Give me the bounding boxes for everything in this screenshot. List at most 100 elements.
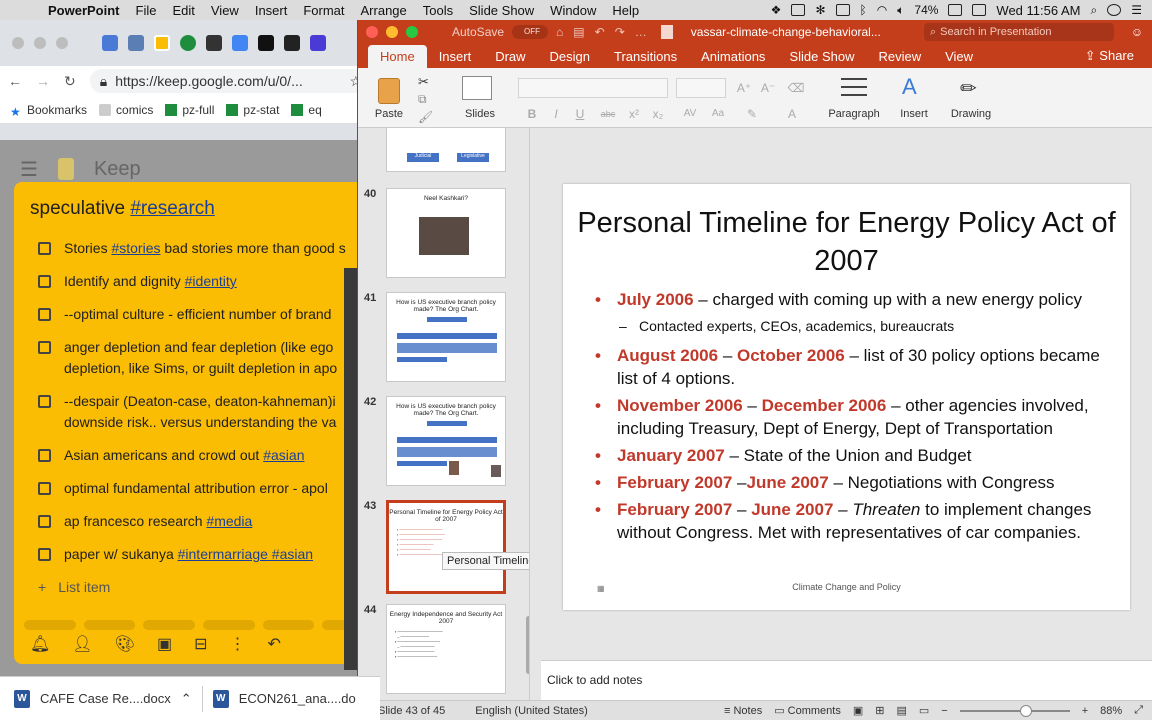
font-name-select[interactable] [518,78,668,98]
tab-favicon-app[interactable] [284,35,300,51]
bookmark-comics[interactable]: comics [99,103,153,117]
checkbox[interactable] [38,548,51,561]
save-icon[interactable]: ▤ [573,25,584,39]
maximize-window-button[interactable] [56,37,68,49]
wifi-icon[interactable]: ◠ [877,3,887,17]
menu-tools[interactable]: Tools [415,3,461,18]
grow-font-icon[interactable]: A⁺ [734,78,754,98]
underline-icon[interactable]: U [570,104,590,124]
tab-favicon-forms[interactable] [310,35,326,51]
collaborator-icon[interactable]: 👤︎ [72,634,92,654]
menu-window[interactable]: Window [542,3,604,18]
snowflake-icon[interactable]: ✻ [815,3,825,17]
note-title[interactable]: speculative #research [30,198,215,220]
search-presentation-input[interactable]: ⌕ Search in Presentation [924,23,1114,41]
list-item[interactable]: --despair (Deaton-case, deaton-kahneman)… [14,385,380,439]
menu-view[interactable]: View [203,3,247,18]
chevron-up-icon[interactable]: ⌃ [181,691,192,707]
list-item[interactable]: --optimal culture - efficient number of … [14,298,380,331]
minimize-window-button[interactable] [34,37,46,49]
bluetooth-icon[interactable]: ᛒ [860,3,867,17]
keep-note-editor[interactable]: speculative #research Stories #stories b… [14,182,380,664]
spotlight-icon[interactable]: ⌕ [1091,3,1098,18]
tab-slide-show[interactable]: Slide Show [777,45,866,68]
tab-design[interactable]: Design [538,45,602,68]
format-painter-icon[interactable]: 🖌︎ [418,110,433,124]
more-vert-icon[interactable]: ⋮ [229,634,245,654]
bold-icon[interactable]: B [522,104,542,124]
bookmark-bookmarks[interactable]: ★ Bookmarks [10,103,87,119]
bookmark-pz-stat[interactable]: pz-stat [226,103,279,117]
list-item[interactable]: ap francesco research #media [14,505,380,538]
download-item[interactable]: ECON261_ana....do [239,691,356,706]
bookmark-eq[interactable]: eq [291,103,322,117]
menu-help[interactable]: Help [604,3,647,18]
back-icon[interactable]: ← [8,73,22,89]
tab-draw[interactable]: Draw [483,45,537,68]
battery-text[interactable]: 74% [914,3,938,17]
archive-icon[interactable]: ⊟ [194,634,207,654]
slide-canvas[interactable]: Personal Timeline for Energy Policy Act … [541,128,1152,660]
hamburger-menu-icon[interactable]: ☰ [20,157,38,182]
volume-icon[interactable]: 🔈︎ [897,3,904,18]
menu-edit[interactable]: Edit [164,3,202,18]
zoom-slider[interactable] [959,704,1070,717]
normal-view-icon[interactable]: ▣ [853,704,863,717]
list-item[interactable]: anger depletion and fear depletion (like… [14,331,380,385]
tab-review[interactable]: Review [866,45,933,68]
slideshow-view-icon[interactable]: ▭ [919,704,929,717]
language[interactable]: English (United States) [475,705,588,717]
sorter-view-icon[interactable]: ⊞ [875,704,884,717]
hashtag-link[interactable]: #identity [185,273,237,289]
drawing-button[interactable]: ✏ Drawing [946,68,996,128]
slide-thumbnail-39[interactable]: Judicial Legislative [386,128,506,172]
notification-center-icon[interactable]: ☰ [1131,3,1142,17]
fit-slide-icon[interactable]: ⤢ [1134,704,1143,717]
zoom-level[interactable]: 88% [1100,705,1122,717]
slide-thumbnail-42[interactable]: How is US executive branch policy made? … [386,396,506,486]
slide-thumbnail-43-selected[interactable]: Personal Timeline for Energy Policy Act … [386,500,506,594]
more-icon[interactable]: … [635,25,647,39]
zoom-in-icon[interactable]: + [1082,705,1088,717]
font-size-select[interactable] [676,78,726,98]
comments-button[interactable]: ▭ Comments [774,704,841,717]
slide-thumbnail-41[interactable]: How is US executive branch policy made? … [386,292,506,382]
reload-icon[interactable]: ↻ [64,73,76,90]
tab-favicon-medium[interactable] [258,35,274,51]
notes-pane[interactable]: Click to add notes [541,660,1152,700]
slides-button[interactable]: Slides [462,68,498,128]
notes-button[interactable]: ≡ Notes [724,705,762,717]
slide-title[interactable]: Personal Timeline for Energy Policy Act … [573,204,1120,280]
siri-icon[interactable] [1107,4,1122,16]
list-item[interactable]: optimal fundamental attribution error - … [14,472,380,505]
zoom-out-icon[interactable]: − [941,705,947,717]
image-icon[interactable]: ▣ [157,634,172,654]
menu-format[interactable]: Format [295,3,352,18]
checkbox[interactable] [38,308,51,321]
undo-icon[interactable]: ↶ [267,634,280,654]
palette-icon[interactable]: 🎨︎ [115,634,135,654]
superscript-icon[interactable]: x² [624,104,644,124]
feedback-smiley-icon[interactable]: ☺ [1122,25,1152,39]
list-item[interactable]: Asian americans and crowd out #asian [14,439,380,472]
tab-favicon-todoist[interactable] [206,35,222,51]
checkbox[interactable] [38,341,51,354]
slide-body[interactable]: July 2006 – charged with coming up with … [593,288,1123,548]
airplay-icon[interactable] [835,4,850,16]
add-list-item[interactable]: + List item [14,571,380,603]
shrink-font-icon[interactable]: A⁻ [758,78,778,98]
slide-thumbnail-40[interactable]: Neel Kashkari? [386,188,506,278]
close-window-button[interactable] [366,26,378,38]
checkbox[interactable] [38,395,51,408]
hashtag-link[interactable]: #media [206,513,252,529]
clear-format-icon[interactable]: ⌫ [786,78,806,98]
close-window-button[interactable] [12,37,24,49]
checkbox[interactable] [38,242,51,255]
forward-icon[interactable]: → [36,73,50,89]
hashtag-research-link[interactable]: #research [130,198,215,219]
dropbox-icon[interactable]: ❖ [771,3,782,17]
menu-file[interactable]: File [128,3,165,18]
paragraph-button[interactable]: Paragraph [824,68,884,128]
download-item[interactable]: CAFE Case Re....docx [40,691,171,706]
home-icon[interactable]: ⌂ [556,25,563,39]
